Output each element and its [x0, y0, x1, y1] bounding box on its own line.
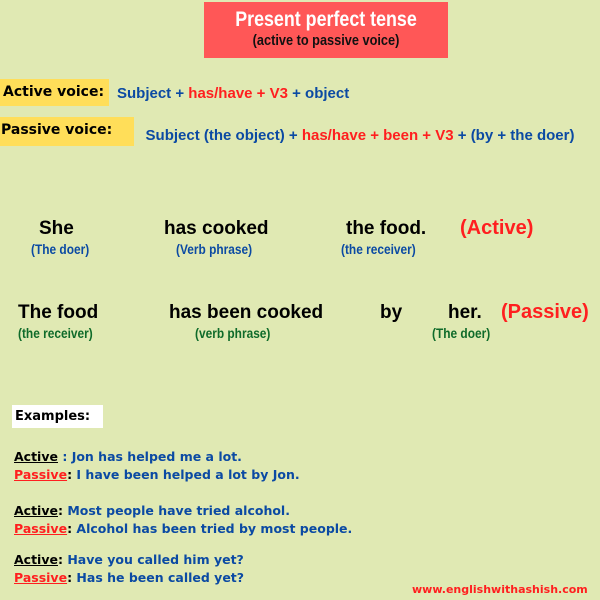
- active-subject-role: (The doer): [31, 241, 90, 257]
- active-voice-formula: Subject + has/have + V3 + object: [117, 85, 349, 102]
- example-text: Jon has helped me a lot.: [71, 449, 242, 464]
- passive-voice-label: Passive voice:: [0, 117, 134, 146]
- formula-part: has/have + V3: [188, 85, 288, 102]
- passive-label: Passive: [14, 467, 68, 482]
- example-active-line: Active: Have you called him yet?: [14, 552, 244, 567]
- separator: :: [57, 503, 68, 518]
- active-subject: She: [39, 218, 74, 239]
- example-active-line: Active: Most people have tried alcohol.: [14, 503, 290, 518]
- title-banner: Present perfect tense (active to passive…: [204, 2, 448, 58]
- example-text: Alcohol has been tried by most people.: [76, 521, 353, 536]
- formula-part: Subject (the object) +: [145, 127, 302, 144]
- example-text: Has he been called yet?: [76, 570, 245, 585]
- passive-verb: has been cooked: [169, 302, 324, 323]
- passive-by: by: [380, 302, 403, 323]
- passive-voice-formula: Subject (the object) + has/have + been +…: [140, 125, 580, 147]
- formula-part: + (by + the doer): [453, 127, 575, 144]
- passive-agent: her.: [448, 302, 482, 323]
- example-passive-line: Passive: I have been helped a lot by Jon…: [14, 467, 300, 482]
- passive-verb-role: (verb phrase): [195, 325, 271, 341]
- active-label: Active: [14, 552, 58, 567]
- page-title: Present perfect tense: [235, 8, 417, 31]
- examples-heading: Examples:: [12, 405, 103, 428]
- formula-part: + object: [287, 85, 350, 102]
- active-verb-role: (Verb phrase): [176, 241, 253, 257]
- active-label: Active: [14, 449, 58, 464]
- active-label: Active: [14, 503, 58, 518]
- separator: :: [57, 449, 72, 464]
- passive-subject-role: (the receiver): [18, 325, 93, 341]
- formula-part: Subject: [117, 85, 172, 102]
- example-active-line: Active : Jon has helped me a lot.: [14, 449, 242, 464]
- formula-part: +: [171, 85, 189, 102]
- active-verb: has cooked: [164, 218, 269, 239]
- active-tag: (Active): [460, 217, 534, 239]
- active-voice-label: Active voice:: [0, 79, 109, 106]
- page-subtitle: (active to passive voice): [252, 32, 400, 49]
- example-passive-line: Passive: Alcohol has been tried by most …: [14, 521, 352, 536]
- passive-label: Passive: [14, 570, 68, 585]
- example-text: Have you called him yet?: [67, 552, 244, 567]
- website-link[interactable]: www.englishwithashish.com: [412, 583, 588, 596]
- example-passive-line: Passive: Has he been called yet?: [14, 570, 244, 585]
- formula-part: has/have + been + V3: [301, 127, 454, 144]
- passive-agent-role: (The doer): [432, 325, 491, 341]
- passive-subject: The food: [18, 302, 99, 323]
- separator: :: [57, 552, 68, 567]
- active-object-role: (the receiver): [341, 241, 416, 257]
- example-text: I have been helped a lot by Jon.: [76, 467, 300, 482]
- example-text: Most people have tried alcohol.: [67, 503, 290, 518]
- passive-label: Passive: [14, 521, 68, 536]
- passive-tag: (Passive): [501, 301, 589, 323]
- active-object: the food.: [346, 218, 427, 239]
